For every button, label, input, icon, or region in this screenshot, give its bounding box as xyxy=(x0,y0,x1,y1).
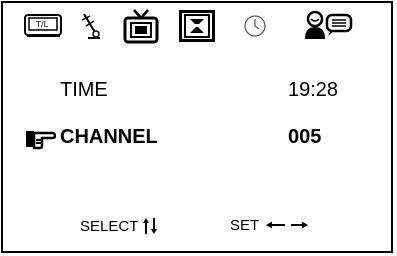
timer-menu-icon[interactable] xyxy=(179,10,215,44)
pointing-hand-icon xyxy=(24,128,57,156)
channel-row[interactable]: CHANNEL 005 xyxy=(0,126,397,154)
antenna-icon[interactable] xyxy=(78,10,104,44)
time-label: TIME xyxy=(60,79,108,101)
channel-value: 005 xyxy=(288,126,322,148)
time-value: 19:28 xyxy=(288,79,339,101)
svg-text:T/L: T/L xyxy=(35,20,49,29)
select-label: SELECT xyxy=(80,218,139,235)
menu-tab-bar: T/L xyxy=(0,0,397,60)
left-right-arrows-icon xyxy=(265,217,309,234)
set-hint: SET xyxy=(230,217,309,234)
tv-icon[interactable] xyxy=(122,8,160,44)
clock-icon[interactable] xyxy=(241,12,269,46)
time-row[interactable]: TIME 19:28 xyxy=(0,79,397,105)
parental-lock-icon[interactable] xyxy=(302,9,354,43)
channel-label: CHANNEL xyxy=(60,126,158,148)
up-down-arrows-icon xyxy=(142,217,158,239)
picture-icon[interactable]: T/L xyxy=(24,13,64,47)
set-label: SET xyxy=(230,217,259,234)
select-hint: SELECT xyxy=(80,217,158,239)
